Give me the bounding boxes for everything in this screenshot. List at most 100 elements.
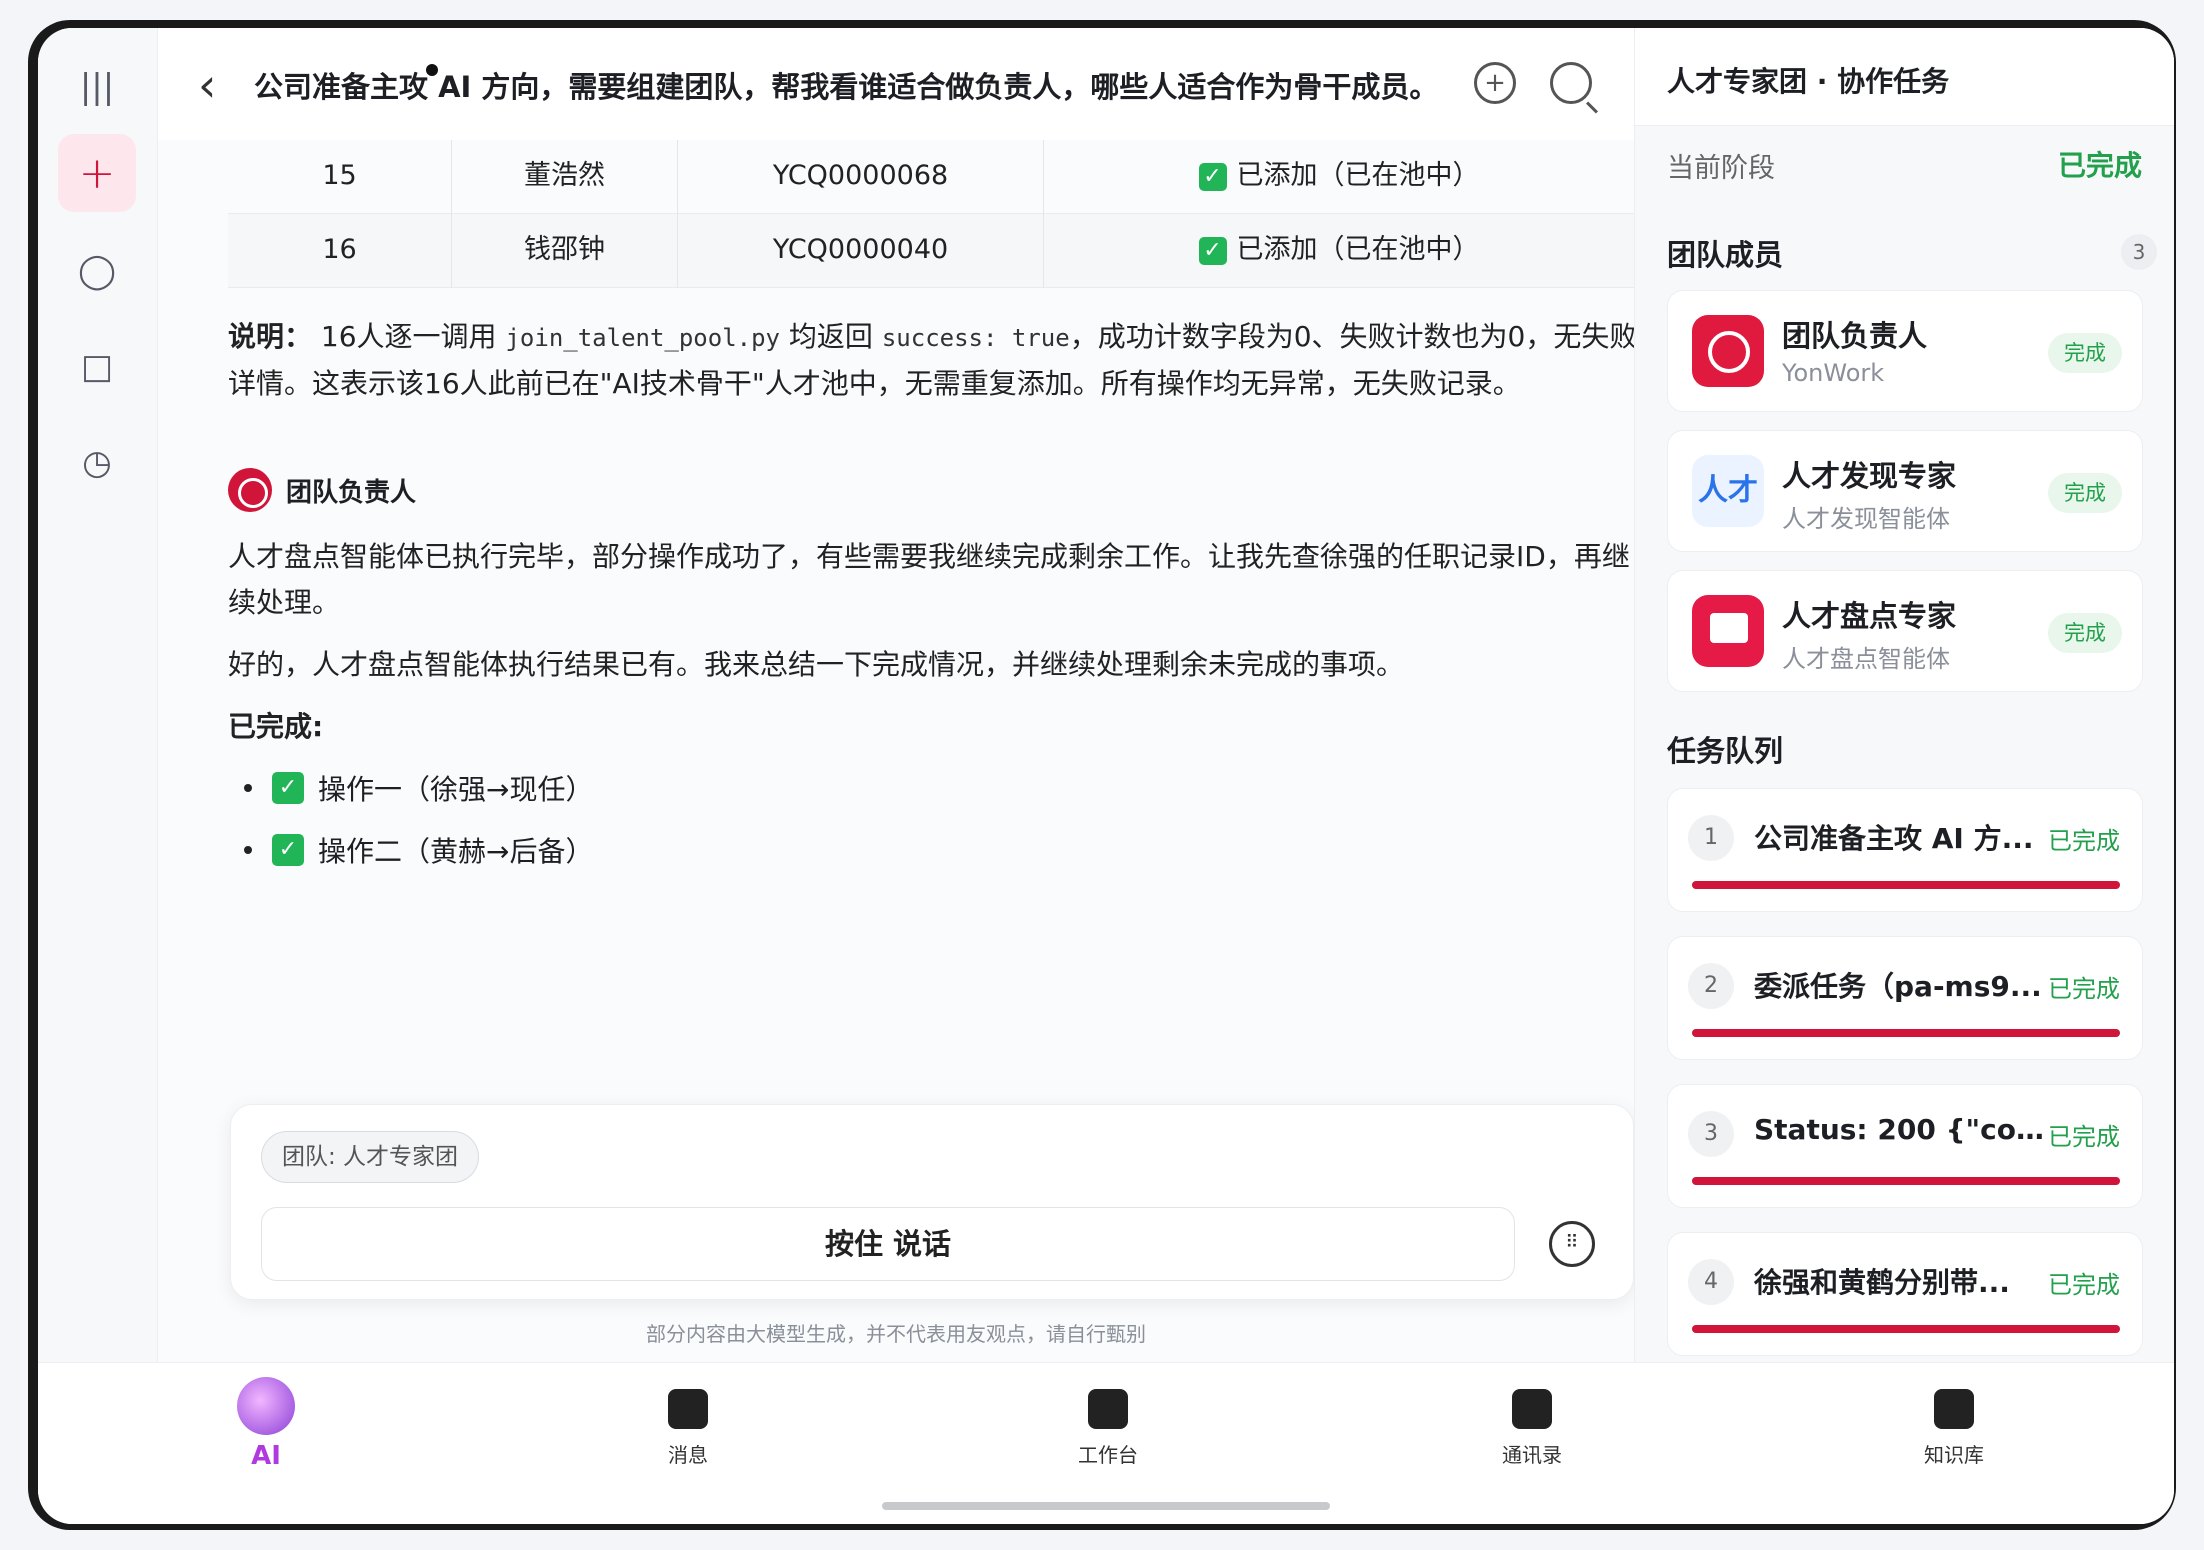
status-badge: 完成 (2048, 613, 2122, 653)
presentation-icon (1692, 595, 1764, 667)
done-heading: 已完成: (228, 710, 324, 743)
briefcase-icon[interactable]: □ (58, 328, 136, 406)
agent-header: 团队负责人 (228, 468, 416, 512)
disclaimer: 部分内容由大模型生成，并不代表用友观点，请自行甄别 (646, 1322, 1146, 1346)
stage-label: 当前阶段 (1667, 153, 1775, 184)
task-progress-bar (1692, 1029, 2120, 1037)
member-name: 人才发现专家 (1782, 459, 1957, 493)
task-progress-fill (1692, 1177, 2120, 1185)
nav-ai[interactable]: AI (186, 1377, 346, 1471)
checkbox-icon: ✓ (1198, 236, 1227, 265)
task-progress-bar (1692, 1325, 2120, 1333)
members-title: 团队成员 (1667, 238, 1784, 272)
task-text: 委派任务（pa-ms9... (1754, 970, 2042, 1003)
task-number: 3 (1688, 1111, 1734, 1157)
agent-paragraph: 好的，人才盘点智能体执行结果已有。我来总结一下完成情况，并继续处理剩余未完成的事… (228, 648, 1405, 681)
nav-label: 通讯录 (1502, 1443, 1562, 1467)
row-status: ✓ 已添加（已在池中） (1044, 214, 1634, 288)
row-status: ✓ 已添加（已在池中） (1044, 140, 1634, 214)
task-status: 已完成 (2048, 975, 2120, 1003)
status-badge: 完成 (2048, 473, 2122, 513)
code-span: join_talent_pool.py (505, 324, 781, 352)
queue-title: 任务队列 (1667, 734, 1784, 768)
row-name: 董浩然 (452, 140, 678, 214)
list-item: ✓ 操作二（黄赫→后备） (244, 830, 593, 870)
task-card[interactable]: 2 委派任务（pa-ms9... 已完成 (1667, 936, 2143, 1060)
member-card[interactable]: 人才盘点专家 人才盘点智能体 完成 (1667, 570, 2143, 692)
task-progress-bar (1692, 1177, 2120, 1185)
new-chat-button[interactable]: + (58, 134, 136, 212)
nav-label: 知识库 (1924, 1443, 1984, 1467)
checkbox-icon: ✓ (272, 834, 304, 866)
status-badge: 完成 (2048, 333, 2122, 373)
chat-pane: ‹ 公司准备主攻 AI 方向，需要组建团队，帮我看谁适合做负责人，哪些人适合作为… (158, 28, 1637, 1362)
chat-header: ‹ 公司准备主攻 AI 方向，需要组建团队，帮我看谁适合做负责人，哪些人适合作为… (158, 28, 1634, 140)
task-text: 公司准备主攻 AI 方... (1754, 822, 2034, 855)
contacts-icon (1512, 1389, 1552, 1429)
document-icon (1934, 1389, 1974, 1429)
nav-contacts[interactable]: 通讯录 (1452, 1377, 1612, 1468)
home-indicator (882, 1502, 1330, 1510)
agents-icon[interactable]: ◯ (58, 232, 136, 310)
history-icon[interactable]: ◷ (58, 424, 136, 502)
task-card[interactable]: 3 Status: 200 {"code... 已完成 (1667, 1084, 2143, 1208)
nav-workbench[interactable]: 工作台 (1028, 1377, 1188, 1468)
result-table: 15 董浩然 YCQ0000068 ✓ 已添加（已在池中） 16 钱邵钟 YCQ0… (228, 140, 1634, 288)
member-sub: 人才发现智能体 (1782, 505, 1950, 533)
command-icon (1088, 1389, 1128, 1429)
member-sub: YonWork (1782, 359, 1885, 387)
nav-messages[interactable]: 消息 (608, 1377, 768, 1468)
app-screen: ||| + ◯ □ ◷ ‹ 公司准备主攻 AI 方向，需要组建团队，帮我看谁适合… (38, 28, 2174, 1524)
note-label: 说明： (228, 320, 313, 353)
left-rail: ||| + ◯ □ ◷ (38, 28, 158, 1362)
note-text: 均返回 (788, 320, 873, 353)
stage-value: 已完成 (2057, 149, 2142, 182)
nav-label: AI (251, 1441, 281, 1471)
camera-dot (426, 64, 438, 76)
task-number: 1 (1688, 815, 1734, 861)
composer: 团队: 人才专家团 按住 说话 ⠿ (230, 1104, 1634, 1300)
task-number: 2 (1688, 963, 1734, 1009)
task-progress-fill (1692, 1029, 2120, 1037)
hold-to-talk-button[interactable]: 按住 说话 (261, 1207, 1515, 1281)
search-icon[interactable] (1550, 62, 1592, 104)
agent-name: 团队负责人 (286, 477, 417, 508)
row-index: 16 (228, 214, 452, 288)
task-progress-fill (1692, 881, 2120, 889)
row-index: 15 (228, 140, 452, 214)
checkbox-icon: ✓ (1198, 162, 1227, 191)
row-id: YCQ0000040 (678, 214, 1044, 288)
nav-knowledge[interactable]: 知识库 (1874, 1377, 2034, 1468)
checkbox-icon: ✓ (272, 772, 304, 804)
message-icon (668, 1389, 708, 1429)
member-name: 团队负责人 (1782, 319, 1928, 353)
row-status-text: 已添加（已在池中） (1236, 234, 1480, 265)
list-item-text: 操作二（黄赫→后备） (318, 835, 594, 868)
team-chip[interactable]: 团队: 人才专家团 (261, 1131, 480, 1183)
task-status: 已完成 (2048, 1271, 2120, 1299)
panel-header: 人才专家团 · 协作任务 (1635, 28, 2174, 126)
bottom-nav: AI 消息 工作台 通讯录 知识库 (38, 1362, 2174, 1524)
row-id: YCQ0000068 (678, 140, 1044, 214)
note-paragraph: 说明： 16人逐一调用 join_talent_pool.py 均返回 succ… (228, 314, 1638, 407)
panel-title: 人才专家团 · 协作任务 (1667, 65, 1950, 98)
agent-logo-icon (228, 468, 272, 512)
task-number: 4 (1688, 1259, 1734, 1305)
table-row: 16 钱邵钟 YCQ0000040 ✓ 已添加（已在池中） (228, 214, 1634, 288)
list-item-text: 操作一（徐强→现任） (318, 773, 594, 806)
task-card[interactable]: 1 公司准备主攻 AI 方... 已完成 (1667, 788, 2143, 912)
yonwork-logo-icon (1692, 315, 1764, 387)
task-card[interactable]: 4 徐强和黄鹤分别带... 已完成 (1667, 1232, 2143, 1356)
task-progress-fill (1692, 1325, 2120, 1333)
table-row: 15 董浩然 YCQ0000068 ✓ 已添加（已在池中） (228, 140, 1634, 214)
ai-logo-icon (237, 1377, 295, 1435)
row-status-text: 已添加（已在池中） (1236, 160, 1480, 191)
member-card[interactable]: 人才 人才发现专家 人才发现智能体 完成 (1667, 430, 2143, 552)
back-icon[interactable]: ‹ (198, 58, 216, 112)
bullet-icon (244, 784, 252, 792)
menu-icon[interactable]: ||| (58, 48, 136, 126)
keyboard-icon[interactable]: ⠿ (1549, 1221, 1595, 1267)
new-topic-icon[interactable]: + (1474, 62, 1516, 104)
member-card[interactable]: 团队负责人 YonWork 完成 (1667, 290, 2143, 412)
task-text: Status: 200 {"code... (1754, 1113, 2054, 1146)
